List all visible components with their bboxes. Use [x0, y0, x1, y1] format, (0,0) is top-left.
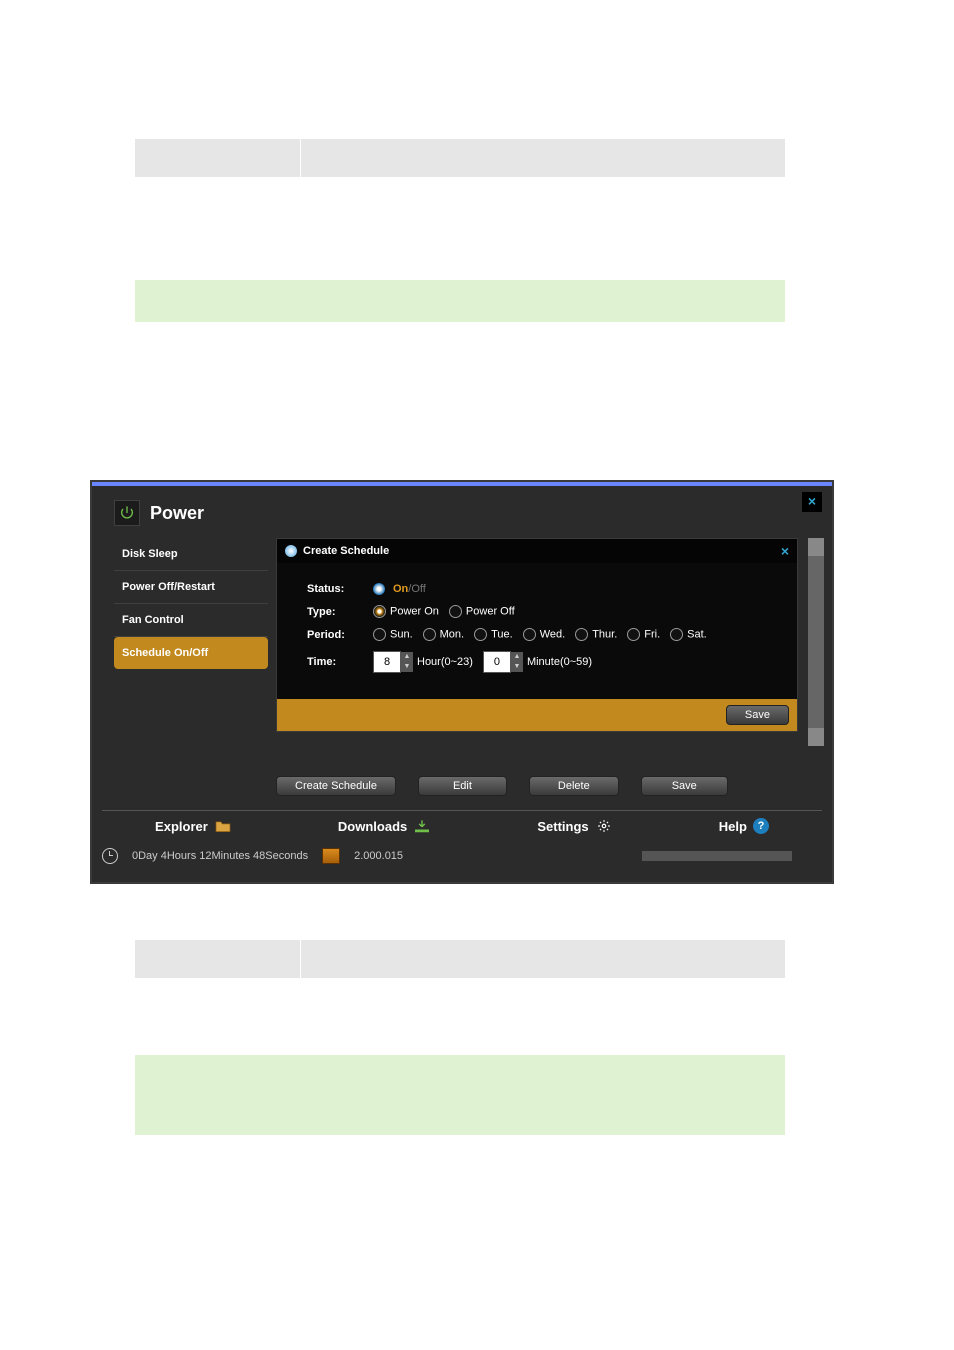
spin-down-icon[interactable]: ▼ [511, 662, 523, 672]
spin-up-icon[interactable]: ▲ [401, 652, 413, 662]
minute-spinner[interactable]: ▲▼ [483, 651, 523, 673]
type-label: Type: [307, 606, 373, 618]
status-row: Status: On/Off [307, 583, 789, 595]
panel-form: Status: On/Off Type: Power On Power Off … [277, 563, 797, 699]
edit-button[interactable]: Edit [418, 776, 507, 796]
period-row: Period: Sun. Mon. Tue. Wed. Thur. Fri. S… [307, 628, 789, 641]
period-day-mon[interactable]: Mon. [423, 628, 464, 641]
radio-icon [373, 628, 386, 641]
minute-hint: Minute(0~59) [527, 656, 592, 668]
radio-icon [575, 628, 588, 641]
period-day-thur[interactable]: Thur. [575, 628, 617, 641]
status-off-text[interactable]: Off [411, 583, 425, 595]
window-titlebar: Power [114, 500, 204, 526]
version-text: 2.000.015 [354, 850, 403, 862]
hour-hint: Hour(0~23) [417, 656, 473, 668]
nav-help-label: Help [719, 819, 747, 834]
nav-settings-label: Settings [537, 819, 588, 834]
minute-input[interactable] [483, 651, 511, 673]
doc-table-row [135, 940, 785, 978]
type-row: Type: Power On Power Off [307, 605, 789, 618]
nav-explorer-label: Explorer [155, 819, 208, 834]
radio-icon [423, 628, 436, 641]
radio-icon [627, 628, 640, 641]
period-label: Period: [307, 629, 373, 641]
status-led-icon[interactable] [373, 583, 385, 595]
sidebar-item-disk-sleep[interactable]: Disk Sleep [114, 538, 268, 571]
period-day-sun[interactable]: Sun. [373, 628, 413, 641]
time-row: Time: ▲▼ Hour(0~23) ▲▼ Minute(0~59) [307, 651, 789, 673]
panel-save-button[interactable]: Save [726, 705, 789, 725]
package-icon [322, 848, 340, 864]
radio-icon [670, 628, 683, 641]
window-close-button[interactable]: × [802, 492, 822, 512]
panel-title: Create Schedule [303, 545, 389, 557]
minute-spinner-buttons[interactable]: ▲▼ [511, 652, 523, 672]
type-option-power-off[interactable]: Power Off [449, 605, 515, 618]
scrollbar-down-button[interactable] [808, 728, 824, 746]
gear-icon [595, 819, 613, 833]
type-option-power-on[interactable]: Power On [373, 605, 439, 618]
panel-scrollbar[interactable] [808, 538, 824, 746]
panel-footer: Save [277, 699, 797, 731]
panel-close-button[interactable]: × [781, 543, 789, 559]
doc-highlight-block [135, 1055, 785, 1135]
nav-explorer[interactable]: Explorer [155, 819, 232, 834]
nav-help[interactable]: Help ? [719, 818, 769, 834]
spin-up-icon[interactable]: ▲ [511, 652, 523, 662]
period-day-sat[interactable]: Sat. [670, 628, 707, 641]
window-title: Power [150, 503, 204, 524]
radio-icon [449, 605, 462, 618]
nav-settings[interactable]: Settings [537, 819, 612, 834]
schedule-icon [285, 545, 297, 557]
hour-spinner[interactable]: ▲▼ [373, 651, 413, 673]
period-day-wed[interactable]: Wed. [523, 628, 565, 641]
spin-down-icon[interactable]: ▼ [401, 662, 413, 672]
doc-table-row [135, 139, 785, 177]
footer-nav: Explorer Downloads Settings Help ? [102, 810, 822, 841]
action-button-row: Create Schedule Edit Delete Save [276, 776, 816, 796]
app-window: × Power Disk Sleep Power Off/Restart Fan… [90, 480, 834, 884]
doc-highlight-block [135, 280, 785, 322]
create-schedule-panel: Create Schedule × Status: On/Off Type: P… [276, 538, 798, 732]
scrollbar-up-button[interactable] [808, 538, 824, 556]
doc-table-cell-left [135, 940, 301, 978]
window-top-accent [92, 482, 832, 486]
create-schedule-button[interactable]: Create Schedule [276, 776, 396, 796]
save-button[interactable]: Save [641, 776, 728, 796]
hour-spinner-buttons[interactable]: ▲▼ [401, 652, 413, 672]
status-bar: 0Day 4Hours 12Minutes 48Seconds 2.000.01… [102, 842, 822, 870]
doc-table-cell-right [301, 940, 785, 978]
sidebar-item-power-off-restart[interactable]: Power Off/Restart [114, 571, 268, 604]
radio-icon [474, 628, 487, 641]
sidebar-item-schedule-on-off[interactable]: Schedule On/Off [114, 637, 268, 669]
period-day-tue[interactable]: Tue. [474, 628, 513, 641]
nav-downloads-label: Downloads [338, 819, 407, 834]
help-icon: ? [753, 818, 769, 834]
status-label: Status: [307, 583, 373, 595]
delete-button[interactable]: Delete [529, 776, 619, 796]
nav-downloads[interactable]: Downloads [338, 819, 431, 834]
sidebar-item-fan-control[interactable]: Fan Control [114, 604, 268, 637]
status-on-text[interactable]: On [393, 583, 408, 595]
doc-table-cell-left [135, 139, 301, 177]
radio-icon [523, 628, 536, 641]
time-label: Time: [307, 656, 373, 668]
folder-icon [214, 819, 232, 833]
clock-icon [102, 848, 118, 864]
hour-input[interactable] [373, 651, 401, 673]
radio-icon [373, 605, 386, 618]
download-icon [413, 819, 431, 833]
uptime-text: 0Day 4Hours 12Minutes 48Seconds [132, 850, 308, 862]
period-day-fri[interactable]: Fri. [627, 628, 660, 641]
panel-header: Create Schedule × [277, 539, 797, 563]
doc-table-cell-right [301, 139, 785, 177]
power-icon [114, 500, 140, 526]
sidebar: Disk Sleep Power Off/Restart Fan Control… [114, 538, 268, 669]
status-slider[interactable] [642, 851, 792, 861]
